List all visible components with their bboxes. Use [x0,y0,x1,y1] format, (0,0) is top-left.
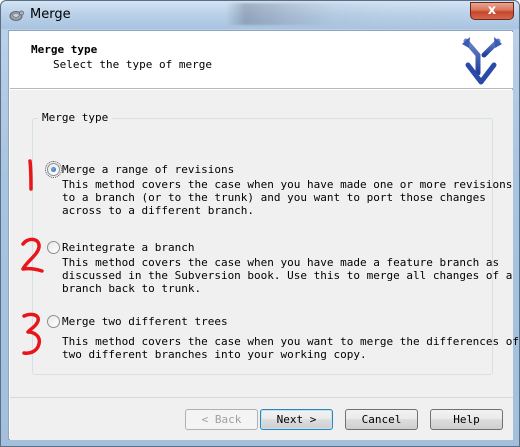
radio-merge-two-trees[interactable] [47,315,60,328]
page-title: Merge type [31,43,98,56]
option-desc-line: This method covers the case when you wan… [62,335,519,348]
option-desc-line: discussed in the Subversion book. Use th… [62,269,513,282]
option-label-merge-range[interactable]: Merge a range of revisions [62,163,234,176]
annotation-number-3 [22,312,42,355]
back-button[interactable]: < Back [185,409,258,430]
option-label-two-trees[interactable]: Merge two different trees [62,315,228,328]
window-title: Merge [30,7,71,22]
cancel-button[interactable]: Cancel [345,409,418,430]
tortoise-app-icon [9,10,24,21]
option-desc-line: to a branch (or to the trunk) and you wa… [62,191,486,204]
option-desc-line: This method covers the case when you hav… [62,256,500,269]
annotation-number-1 [28,159,33,191]
option-desc-line: across to a different branch. [62,204,255,217]
merge-arrows-icon [462,37,502,85]
wizard-footer: < Back Next > Cancel Help [10,397,513,440]
wizard-body: Merge type Merge a range of revisions Th… [10,90,519,397]
next-button[interactable]: Next > [260,409,333,430]
page-subtitle: Select the type of merge [53,58,212,71]
merge-dialog-window: Merge x Merge type Select the type of me… [0,0,520,447]
radio-merge-range[interactable] [45,161,62,178]
title-bar[interactable]: Merge x [1,1,519,29]
help-button[interactable]: Help [430,409,503,430]
close-button[interactable]: x [470,2,514,20]
option-desc-line: This method covers the case when you hav… [62,178,513,191]
groupbox-label: Merge type [38,111,113,124]
radio-reintegrate-branch[interactable] [47,241,60,254]
blurred-region [226,3,466,25]
option-desc-line: branch back to trunk. [62,282,202,295]
annotation-number-2 [21,237,44,273]
option-desc-line: two different branches into your working… [62,348,367,361]
dialog-client: Merge type Select the type of merge Merg… [8,30,519,440]
wizard-header: Merge type Select the type of merge [10,32,513,89]
option-label-reintegrate[interactable]: Reintegrate a branch [62,241,194,254]
